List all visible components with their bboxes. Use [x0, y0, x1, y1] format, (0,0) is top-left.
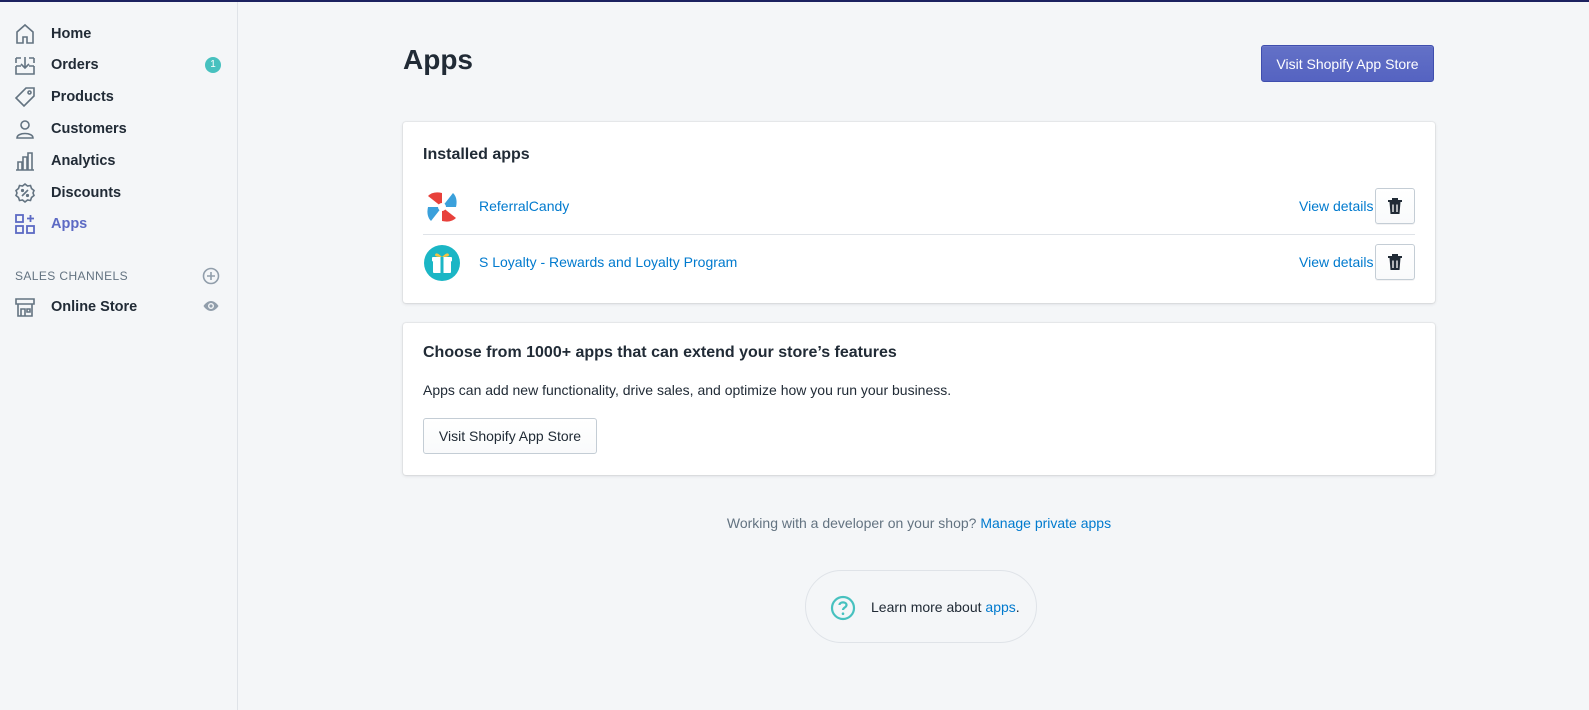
learn-more-apps-link[interactable]: apps	[985, 599, 1015, 615]
s-loyalty-logo	[424, 245, 460, 281]
apps-icon	[15, 214, 35, 234]
referralcandy-logo	[424, 189, 460, 225]
sidebar-item-label: Analytics	[51, 153, 116, 169]
top-bar-line	[0, 0, 1589, 2]
store-icon	[15, 298, 35, 317]
sidebar-item-discounts[interactable]: Discounts	[0, 177, 237, 209]
orders-icon	[15, 57, 35, 75]
sales-channels-title: SALES CHANNELS	[15, 269, 128, 283]
sidebar-item-orders[interactable]: Orders 1	[0, 49, 237, 81]
installed-apps-title: Installed apps	[423, 146, 530, 163]
manage-private-apps-link[interactable]: Manage private apps	[980, 515, 1111, 531]
learn-more-text: Learn more about apps.	[871, 599, 1020, 615]
sidebar-item-products[interactable]: Products	[0, 81, 237, 113]
view-details-link[interactable]: View details	[1299, 198, 1373, 214]
person-icon	[16, 120, 34, 139]
app-row-s-loyalty: S Loyalty - Rewards and Loyalty Program …	[423, 235, 1415, 291]
sidebar-item-customers[interactable]: Customers	[0, 113, 237, 145]
help-icon	[830, 595, 856, 621]
visit-app-store-secondary-button[interactable]: Visit Shopify App Store	[423, 418, 597, 454]
sidebar-item-label: Home	[51, 26, 92, 42]
sidebar-item-label: Discounts	[51, 185, 122, 201]
private-apps-footer: Working with a developer on your shop? M…	[403, 515, 1435, 531]
sidebar-item-analytics[interactable]: Analytics	[0, 145, 237, 177]
sidebar-item-apps[interactable]: Apps	[0, 208, 237, 240]
trash-icon	[1388, 198, 1402, 214]
delete-app-button[interactable]	[1375, 244, 1415, 280]
trash-icon	[1388, 254, 1402, 270]
page-title: Apps	[403, 44, 473, 75]
learn-more-suffix: .	[1015, 599, 1020, 615]
visit-app-store-button[interactable]: Visit Shopify App Store	[1261, 45, 1434, 82]
sidebar-item-label: Apps	[51, 216, 88, 232]
orders-count-badge: 1	[205, 57, 221, 73]
discount-icon	[15, 182, 35, 204]
delete-app-button[interactable]	[1375, 188, 1415, 224]
learn-more-callout: Learn more about apps.	[805, 570, 1037, 643]
bar-chart-icon	[16, 152, 34, 171]
learn-more-prefix: Learn more about	[871, 599, 986, 615]
eye-icon[interactable]	[202, 297, 220, 315]
promo-title: Choose from 1000+ apps that can extend y…	[423, 344, 897, 361]
sidebar-item-label: Orders	[51, 57, 99, 73]
app-name-link[interactable]: ReferralCandy	[479, 198, 569, 214]
view-details-link[interactable]: View details	[1299, 254, 1373, 270]
home-icon	[16, 23, 34, 44]
tag-icon	[14, 87, 35, 108]
footer-text: Working with a developer on your shop?	[726, 515, 981, 531]
sidebar-item-label: Customers	[51, 121, 127, 137]
promo-text: Apps can add new functionality, drive sa…	[423, 382, 952, 398]
installed-apps-card: Installed apps ReferralCandy View detail…	[403, 122, 1435, 303]
app-row-referralcandy: ReferralCandy View details	[423, 179, 1415, 235]
sidebar-item-home[interactable]: Home	[0, 18, 237, 50]
sidebar-item-label: Online Store	[51, 299, 138, 315]
app-name-link[interactable]: S Loyalty - Rewards and Loyalty Program	[479, 254, 737, 270]
add-channel-icon[interactable]	[202, 267, 220, 285]
app-store-promo-card: Choose from 1000+ apps that can extend y…	[403, 323, 1435, 475]
sidebar: Home Orders 1 Products Customers Analyti…	[0, 2, 238, 710]
sidebar-item-online-store[interactable]: Online Store	[0, 291, 237, 323]
sidebar-item-label: Products	[51, 89, 114, 105]
